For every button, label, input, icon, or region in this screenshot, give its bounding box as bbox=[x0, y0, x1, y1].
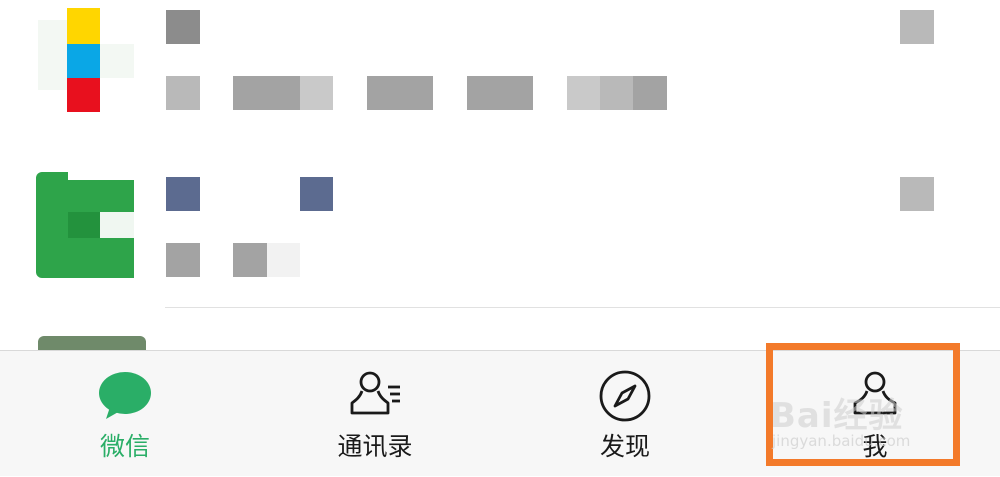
chat-bubble-icon bbox=[99, 372, 151, 419]
avatar bbox=[36, 172, 134, 278]
tab-label: 通讯录 bbox=[337, 432, 413, 461]
list-divider bbox=[165, 307, 1000, 308]
avatar bbox=[38, 336, 146, 350]
compass-icon bbox=[599, 370, 651, 422]
watermark-url: jingyan.baidu.com bbox=[772, 432, 911, 450]
chat-list bbox=[0, 0, 1000, 350]
tab-label: 微信 bbox=[99, 432, 150, 461]
tab-contacts[interactable]: 通讯录 bbox=[250, 351, 500, 477]
watermark-brand: Bai经验 bbox=[770, 396, 904, 436]
tab-chats[interactable]: 微信 bbox=[0, 351, 250, 477]
tab-label: 发现 bbox=[599, 432, 650, 461]
contacts-icon bbox=[350, 371, 400, 415]
pixelated-timestamp bbox=[900, 177, 934, 211]
chat-list-item[interactable] bbox=[0, 0, 1000, 278]
tab-discover[interactable]: 发现 bbox=[500, 351, 750, 477]
